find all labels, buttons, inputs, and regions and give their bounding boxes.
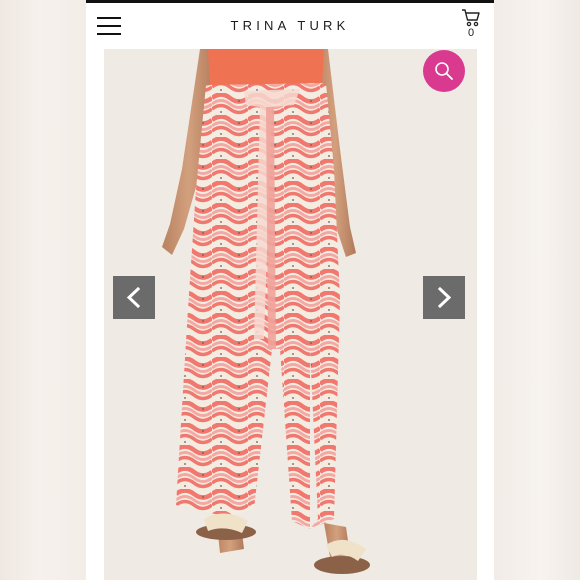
magnifier-icon — [435, 62, 453, 80]
phone-screen: TRINA TURK 0 — [86, 0, 494, 580]
previous-image-button[interactable] — [113, 276, 155, 319]
shopping-cart-icon — [462, 9, 480, 27]
chevron-right-icon — [437, 287, 452, 308]
cart-count: 0 — [467, 27, 475, 39]
product-image-gallery[interactable] — [104, 49, 477, 580]
background-blur-left — [0, 0, 86, 580]
chevron-left-icon — [126, 287, 141, 308]
product-photo — [104, 49, 477, 580]
next-image-button[interactable] — [423, 276, 465, 319]
site-header: TRINA TURK 0 — [86, 3, 494, 49]
cart-button[interactable]: 0 — [460, 9, 482, 45]
background-blur-right — [494, 0, 580, 580]
brand-logo[interactable]: TRINA TURK — [86, 18, 494, 33]
image-zoom-button[interactable] — [423, 50, 465, 92]
